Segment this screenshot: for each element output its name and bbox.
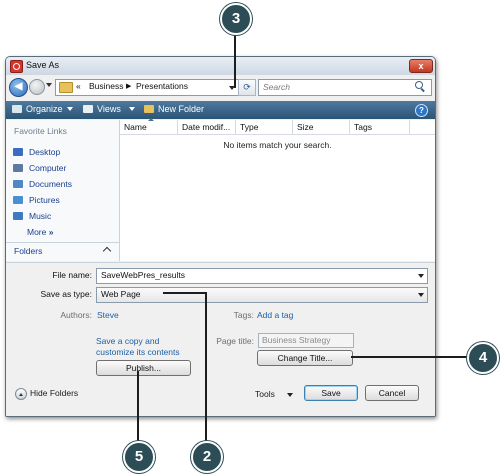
help-icon[interactable]: ? — [415, 104, 428, 117]
page-title-field: Business Strategy — [258, 333, 354, 348]
command-toolbar: Organize Views New Folder ? — [6, 101, 435, 119]
sidebar-item-pictures[interactable]: Pictures — [13, 195, 60, 205]
chevron-up-icon — [102, 246, 112, 256]
recent-pages-chevron-icon[interactable] — [46, 83, 52, 87]
save-as-type-dropdown-icon[interactable] — [418, 293, 424, 297]
sidebar-item-label: Music — [29, 211, 52, 221]
callout-4-leader — [351, 356, 469, 358]
authors-value[interactable]: Steve — [97, 310, 119, 320]
callout-5-leader — [137, 371, 139, 441]
callout-2-badge: 2 — [191, 441, 223, 473]
callout-4-badge: 4 — [467, 342, 499, 374]
sort-arrow-icon — [148, 118, 154, 121]
back-button[interactable]: ◀ — [9, 78, 28, 97]
computer-icon — [13, 164, 23, 172]
save-copy-text-line2: customize its contents — [96, 347, 180, 357]
views-label: Views — [97, 104, 121, 114]
sidebar-item-desktop[interactable]: Desktop — [13, 147, 60, 157]
save-as-type-label: Save as type: — [40, 289, 92, 299]
close-button[interactable]: x — [409, 59, 433, 73]
views-menu[interactable]: Views — [83, 104, 121, 114]
more-label: More — [27, 227, 47, 237]
column-header-date-modified[interactable]: Date modif... — [178, 120, 236, 134]
page-title-label: Page title: — [216, 336, 254, 346]
callout-2-leader-horizontal — [163, 292, 206, 294]
window-title: Save As — [26, 60, 60, 70]
breadcrumb-business[interactable]: Business — [89, 81, 124, 91]
breadcrumb-presentations[interactable]: Presentations — [136, 81, 188, 91]
sidebar-item-label: Pictures — [29, 195, 60, 205]
new-folder-button[interactable]: New Folder — [144, 104, 204, 114]
sidebar-item-computer[interactable]: Computer — [13, 163, 66, 173]
pictures-icon — [13, 196, 23, 204]
column-header-tags[interactable]: Tags — [350, 120, 410, 134]
sidebar-item-label: Desktop — [29, 147, 61, 157]
save-as-dialog: Save As x ◀ « Business ▶ Presentations ⟳… — [5, 56, 436, 417]
views-dropdown-icon[interactable] — [129, 107, 135, 111]
callout-5-badge: 5 — [123, 441, 155, 473]
file-list[interactable]: Name Date modif... Type Size Tags No ite… — [120, 118, 435, 261]
address-bar[interactable]: « Business ▶ Presentations — [55, 79, 239, 96]
organize-icon — [12, 105, 22, 113]
file-name-field[interactable]: SaveWebPres_results — [96, 268, 428, 284]
search-icon[interactable] — [415, 81, 423, 89]
organize-label: Organize — [26, 104, 63, 114]
desktop-icon — [13, 148, 23, 156]
music-icon — [13, 212, 23, 220]
organize-menu[interactable]: Organize — [12, 104, 63, 114]
column-header-name[interactable]: Name — [120, 120, 178, 134]
refresh-button[interactable]: ⟳ — [238, 79, 256, 96]
tags-label: Tags: — [233, 310, 254, 320]
search-placeholder: Search — [263, 82, 290, 92]
change-title-button[interactable]: Change Title... — [257, 350, 353, 366]
favorite-links-heading: Favorite Links — [14, 126, 67, 136]
publish-button[interactable]: Publish... — [96, 360, 191, 376]
hide-folders-icon[interactable] — [15, 388, 27, 400]
organize-dropdown-icon[interactable] — [67, 107, 73, 111]
sidebar-item-music[interactable]: Music — [13, 211, 51, 221]
page-title-value: Business Strategy — [262, 335, 331, 345]
folder-icon — [59, 82, 73, 93]
save-button[interactable]: Save — [304, 385, 358, 401]
navigation-pane: Favorite Links Desktop Computer Document… — [6, 120, 120, 261]
breadcrumb-overflow[interactable]: « — [76, 81, 81, 91]
save-options-panel: File name: SaveWebPres_results Save as t… — [6, 262, 435, 416]
folders-toggle[interactable]: Folders — [6, 242, 119, 260]
column-header-size[interactable]: Size — [293, 120, 350, 134]
sidebar-item-label: Computer — [29, 163, 67, 173]
callout-2-leader-vertical — [205, 292, 207, 441]
forward-button[interactable] — [29, 79, 45, 95]
callout-3-leader — [234, 32, 236, 88]
tools-dropdown-icon[interactable] — [287, 393, 293, 397]
authors-label: Authors: — [60, 310, 92, 320]
cancel-button[interactable]: Cancel — [365, 385, 419, 401]
navigation-bar: ◀ « Business ▶ Presentations ⟳ Search — [6, 77, 435, 99]
tools-menu[interactable]: Tools — [255, 389, 275, 399]
callout-3-badge: 3 — [220, 3, 252, 35]
file-name-value: SaveWebPres_results — [101, 270, 185, 280]
file-name-dropdown-icon[interactable] — [418, 274, 424, 278]
hide-folders-button[interactable]: Hide Folders — [30, 388, 78, 398]
add-tag-link[interactable]: Add a tag — [257, 310, 293, 320]
sidebar-item-label: Documents — [29, 179, 72, 189]
powerpoint-icon — [10, 60, 23, 73]
save-as-type-value: Web Page — [101, 289, 141, 299]
more-link[interactable]: More » — [27, 227, 53, 237]
documents-icon — [13, 180, 23, 188]
new-folder-label: New Folder — [158, 104, 205, 114]
folders-label: Folders — [14, 246, 43, 256]
save-as-type-select[interactable]: Web Page — [96, 287, 428, 303]
new-folder-icon — [144, 105, 154, 113]
search-input[interactable]: Search — [258, 79, 432, 96]
views-icon — [83, 105, 93, 113]
breadcrumb-separator-icon: ▶ — [126, 83, 132, 90]
more-chevron-icon: » — [48, 227, 54, 237]
save-copy-text-line1: Save a copy and — [96, 336, 160, 346]
column-header-type[interactable]: Type — [236, 120, 293, 134]
file-name-label: File name: — [52, 270, 92, 280]
empty-message: No items match your search. — [223, 140, 332, 150]
title-bar[interactable]: Save As x — [6, 57, 435, 75]
sidebar-item-documents[interactable]: Documents — [13, 179, 72, 189]
